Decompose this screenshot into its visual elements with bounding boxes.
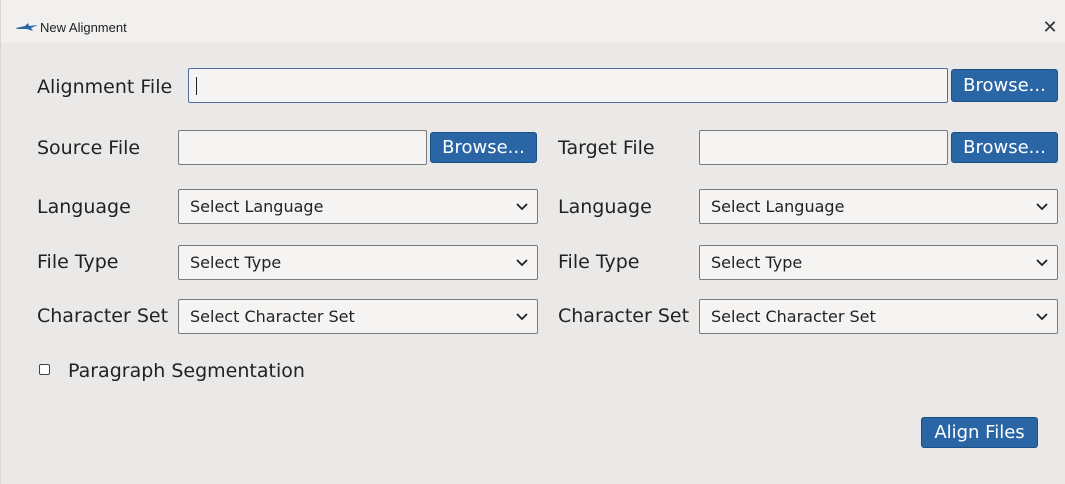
close-button[interactable]: ✕ [1037, 14, 1063, 40]
close-icon: ✕ [1042, 16, 1058, 38]
chevron-down-icon [516, 313, 528, 321]
target-file-type-select[interactable]: Select Type [699, 245, 1058, 280]
chevron-down-icon [516, 259, 528, 267]
paragraph-segmentation-label: Paragraph Segmentation [68, 360, 305, 382]
alignment-file-label: Alignment File [37, 76, 173, 98]
target-browse-button[interactable]: Browse... [951, 132, 1058, 163]
source-charset-label: Character Set [37, 305, 169, 327]
chevron-down-icon [1036, 313, 1048, 321]
window-title: New Alignment [40, 20, 127, 35]
source-language-label: Language [37, 196, 131, 218]
source-charset-select[interactable]: Select Character Set [178, 299, 538, 334]
chevron-down-icon [1036, 259, 1048, 267]
paragraph-segmentation-checkbox[interactable] [39, 364, 50, 375]
target-file-type-label: File Type [558, 251, 640, 273]
alignment-app-icon [16, 23, 38, 31]
title-bar: New Alignment ✕ [1, 0, 1065, 43]
source-file-label: Source File [37, 137, 141, 159]
text-caret [196, 77, 197, 95]
target-file-label: Target File [558, 137, 655, 159]
target-charset-label: Character Set [558, 305, 690, 327]
source-file-input[interactable] [178, 130, 427, 165]
alignment-browse-button[interactable]: Browse... [951, 69, 1058, 102]
source-language-select[interactable]: Select Language [178, 189, 538, 224]
target-language-select[interactable]: Select Language [699, 189, 1058, 224]
target-file-input[interactable] [699, 130, 948, 165]
new-alignment-dialog: New Alignment ✕ Alignment File Browse...… [0, 0, 1065, 484]
chevron-down-icon [516, 203, 528, 211]
alignment-file-input[interactable] [188, 68, 948, 103]
source-file-type-select[interactable]: Select Type [178, 245, 538, 280]
source-browse-button[interactable]: Browse... [430, 132, 537, 163]
target-charset-select[interactable]: Select Character Set [699, 299, 1058, 334]
target-language-label: Language [558, 196, 652, 218]
source-file-type-label: File Type [37, 251, 119, 273]
align-files-button[interactable]: Align Files [921, 417, 1038, 448]
chevron-down-icon [1036, 203, 1048, 211]
